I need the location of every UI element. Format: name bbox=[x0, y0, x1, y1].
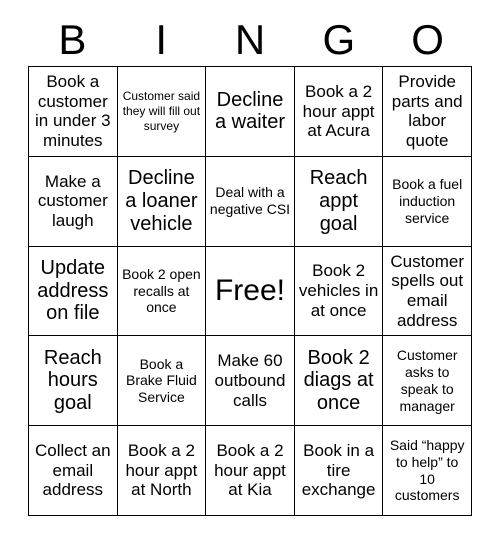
bingo-square-label: Customer asks to speak to manager bbox=[396, 347, 458, 414]
bingo-square[interactable]: Book 2 open recalls at once bbox=[117, 246, 207, 337]
bingo-square[interactable]: Decline a waiter bbox=[206, 67, 295, 157]
bingo-square[interactable]: Book a 2 hour appt at Kia bbox=[206, 426, 295, 516]
bingo-square-label: Free! bbox=[214, 274, 285, 308]
bingo-square[interactable]: Reach appt goal bbox=[294, 156, 384, 247]
bingo-square[interactable]: Decline a loaner vehicle bbox=[117, 156, 207, 247]
bingo-square-label: Book a Brake Fluid Service bbox=[125, 355, 197, 406]
bingo-square[interactable]: Book 2 vehicles in at once bbox=[294, 246, 384, 337]
bingo-square[interactable]: Deal with a negative CSI bbox=[206, 156, 295, 247]
bingo-square-label: Make a customer laugh bbox=[37, 171, 108, 231]
bingo-square[interactable]: Make 60 outbound calls bbox=[206, 336, 295, 427]
bingo-square-label: Book 2 vehicles in at once bbox=[298, 261, 379, 320]
bingo-square-label: Book a 2 hour appt at Kia bbox=[214, 441, 286, 500]
bingo-square[interactable]: Book a customer in under 3 minutes bbox=[29, 67, 118, 157]
bingo-square[interactable]: Book a 2 hour appt at North bbox=[117, 426, 207, 516]
bingo-grid: Book a customer in under 3 minutes Custom… bbox=[28, 66, 472, 516]
bingo-square-label: Update address on file bbox=[37, 256, 109, 325]
bingo-square-label: Customer said they will fill out survey bbox=[122, 88, 201, 133]
bingo-square[interactable]: Customer spells out email address bbox=[383, 246, 472, 337]
bingo-square-label: Book a customer in under 3 minutes bbox=[34, 71, 111, 151]
bingo-square[interactable]: Reach hours goal bbox=[29, 336, 118, 427]
bingo-square-label: Decline a loaner vehicle bbox=[125, 167, 198, 235]
bingo-square[interactable]: Provide parts and labor quote bbox=[383, 67, 472, 157]
bingo-header-letter-o: O bbox=[411, 16, 444, 63]
bingo-square-label: Provide parts and labor quote bbox=[391, 71, 463, 151]
bingo-square-label: Deal with a negative CSI bbox=[209, 184, 291, 218]
bingo-square-label: Reach appt goal bbox=[309, 167, 368, 235]
bingo-square[interactable]: Book a fuel induction service bbox=[383, 156, 472, 247]
bingo-header-letter-i: I bbox=[155, 16, 168, 63]
bingo-square-label: Reach hours goal bbox=[43, 346, 102, 415]
bingo-square[interactable]: Make a customer laugh bbox=[29, 156, 118, 247]
bingo-square-label: Book a 2 hour appt at North bbox=[125, 441, 198, 500]
bingo-square[interactable]: Customer said they will fill out survey bbox=[117, 67, 207, 157]
bingo-square-label: Decline a waiter bbox=[214, 88, 285, 134]
bingo-square-label: Book 2 open recalls at once bbox=[122, 265, 201, 316]
bingo-header-letter-n: N bbox=[234, 16, 266, 63]
bingo-header-letter-b: B bbox=[58, 16, 87, 63]
bingo-square[interactable]: Book a Brake Fluid Service bbox=[117, 336, 207, 427]
bingo-header-row: B I N G O bbox=[28, 14, 472, 66]
bingo-free-space[interactable]: Free! bbox=[206, 246, 295, 337]
bingo-square[interactable]: Book 2 diags at once bbox=[294, 336, 384, 427]
bingo-square[interactable]: Book a 2 hour appt at Acura bbox=[294, 67, 384, 157]
bingo-square-label: Collect an email address bbox=[34, 441, 111, 500]
bingo-square[interactable]: Customer asks to speak to manager bbox=[383, 336, 472, 427]
bingo-square[interactable]: Update address on file bbox=[29, 246, 118, 337]
bingo-square-label: Make 60 outbound calls bbox=[214, 351, 286, 410]
bingo-square-label: Book a 2 hour appt at Acura bbox=[302, 81, 375, 141]
bingo-square-label: Said “happy to help” to 10 customers bbox=[389, 437, 465, 504]
bingo-square[interactable]: Book in a tire exchange bbox=[294, 426, 384, 516]
bingo-square[interactable]: Said “happy to help” to 10 customers bbox=[383, 426, 472, 516]
bingo-square[interactable]: Collect an email address bbox=[29, 426, 118, 516]
bingo-square-label: Book in a tire exchange bbox=[301, 441, 376, 500]
bingo-square-label: Book 2 diags at once bbox=[303, 346, 374, 415]
bingo-header-letter-g: G bbox=[322, 16, 356, 63]
bingo-card: B I N G O Book a customer in under 3 min… bbox=[0, 0, 500, 544]
bingo-square-label: Book a fuel induction service bbox=[392, 176, 463, 226]
bingo-square-label: Customer spells out email address bbox=[390, 251, 465, 330]
